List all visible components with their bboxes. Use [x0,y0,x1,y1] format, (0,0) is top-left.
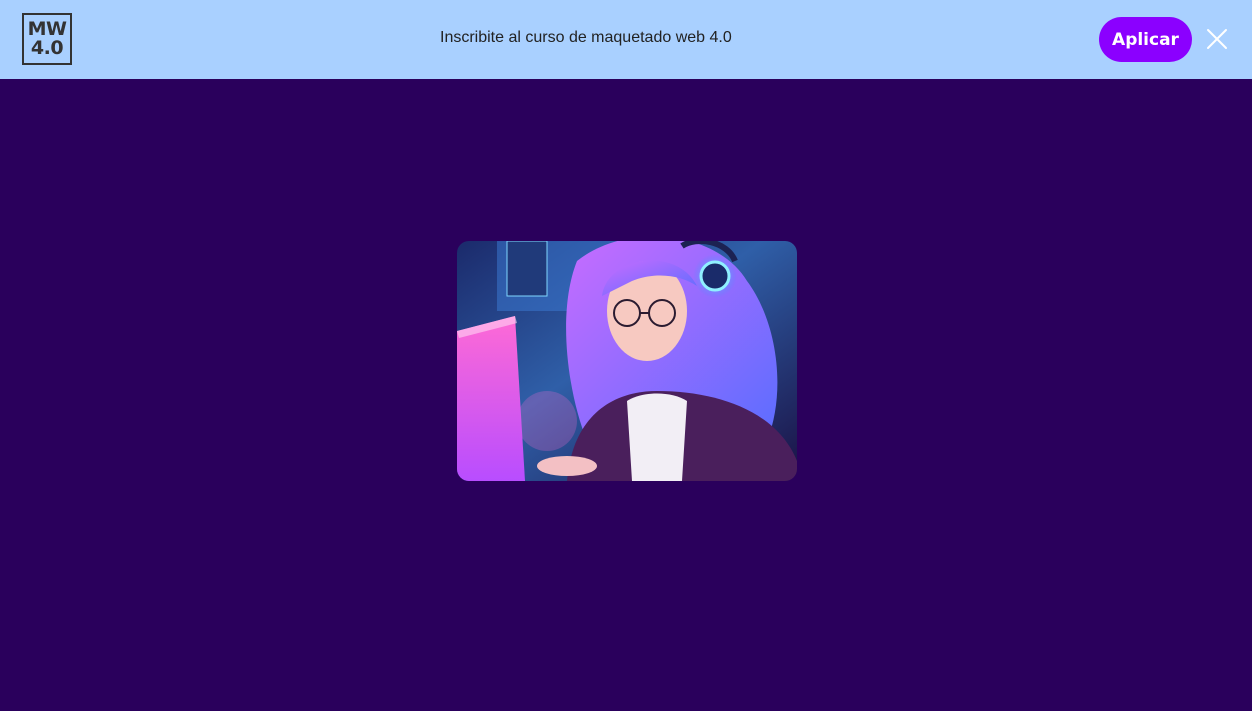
apply-button[interactable]: Aplicar [1099,17,1192,62]
hero-image [457,241,797,481]
banner-message: Inscribite al curso de maquetado web 4.0 [440,29,732,46]
close-icon[interactable] [1205,27,1229,51]
promo-banner: MW 4.0 Inscribite al curso de maquetado … [0,0,1252,79]
logo[interactable]: MW 4.0 [22,13,72,65]
logo-line-2: 4.0 [30,37,64,59]
